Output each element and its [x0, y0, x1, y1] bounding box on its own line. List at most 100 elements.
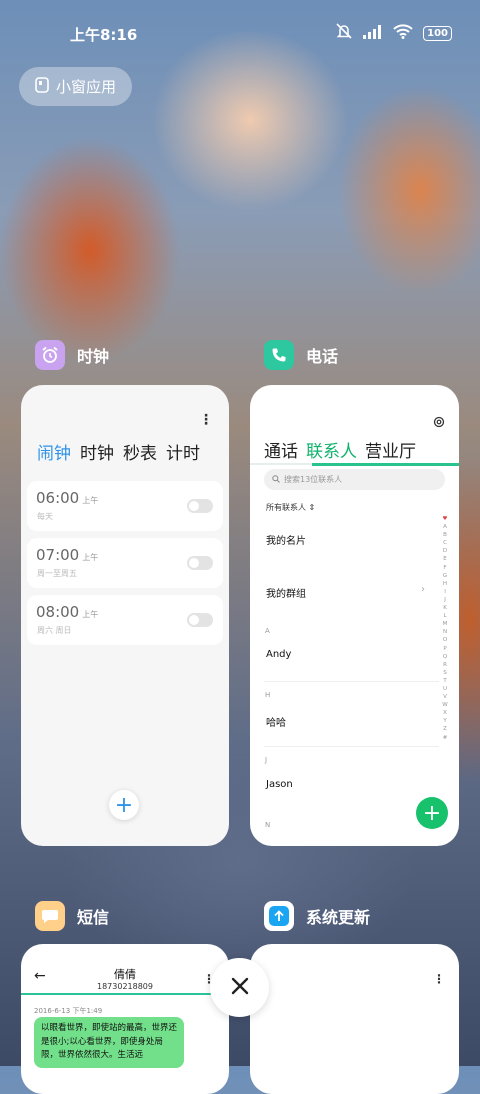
alarm-time: 08:00 — [36, 603, 80, 621]
message-bubble-icon — [35, 901, 65, 931]
update-app-card[interactable]: ⋮ — [250, 944, 459, 1094]
more-icon[interactable]: ⋮ — [433, 972, 445, 986]
more-icon[interactable]: ⋮ — [199, 412, 213, 428]
index-letter[interactable]: W — [442, 701, 447, 709]
section-header: J — [265, 756, 268, 764]
index-letter[interactable]: C — [443, 539, 447, 547]
add-contact-button[interactable]: + — [416, 797, 448, 829]
clear-all-button[interactable] — [210, 958, 269, 1017]
index-letter[interactable]: F — [443, 564, 446, 572]
all-contacts-filter[interactable]: 所有联系人 ⇕ — [266, 502, 315, 513]
clock-app-header[interactable]: 时钟 — [35, 340, 109, 370]
sms-app-header[interactable]: 短信 — [35, 901, 109, 931]
wifi-icon — [393, 23, 413, 43]
alarm-item[interactable]: 06:00 上午 每天 — [27, 481, 223, 531]
section-header: H — [265, 691, 271, 699]
index-letter[interactable]: L — [443, 612, 446, 620]
tab-timer[interactable]: 计时 — [166, 439, 200, 464]
tab-clock[interactable]: 时钟 — [80, 439, 114, 464]
conversation-contact-name: 倩倩 — [114, 968, 136, 981]
phone-app-name: 电话 — [306, 347, 339, 366]
index-letter[interactable]: Q — [443, 653, 447, 661]
tab-contacts[interactable]: 联系人 — [306, 437, 357, 462]
index-letter[interactable]: S — [443, 669, 447, 677]
conversation-contact-number: 18730218809 — [97, 982, 153, 991]
battery-indicator: 100 — [423, 25, 452, 41]
message-bubble: 以眼看世界，即使站的最高，世界还是很小;以心看世界，即使身处局限，世界依然很大。… — [34, 1017, 184, 1068]
index-letter[interactable]: Z — [443, 725, 447, 733]
section-header: N — [265, 821, 271, 829]
alarm-toggle[interactable] — [187, 613, 213, 627]
small-window-apps-button[interactable]: 小窗应用 — [19, 67, 132, 106]
index-letter[interactable]: Y — [443, 717, 446, 725]
update-app-header[interactable]: 系统更新 — [264, 901, 370, 931]
alphabet-index-bar[interactable]: ♥ A B C D E F G H I J K L M N O P Q R S T U V W X Y Z # — [440, 515, 450, 742]
index-letter[interactable]: E — [443, 555, 446, 563]
my-card-item[interactable]: 我的名片 — [266, 532, 306, 547]
all-contacts-label: 所有联系人 — [266, 503, 306, 512]
settings-icon[interactable] — [433, 413, 445, 432]
index-letter[interactable]: D — [443, 547, 447, 555]
index-letter[interactable]: ♥ — [443, 515, 448, 523]
alarm-time: 06:00 — [36, 489, 80, 507]
add-alarm-button[interactable]: + — [109, 790, 139, 820]
system-update-icon — [264, 901, 294, 931]
phone-tabs: 通话 联系人 营业厅 — [264, 437, 416, 462]
alarm-item[interactable]: 07:00 上午 周一至周五 — [27, 538, 223, 588]
header-divider — [21, 993, 211, 995]
phone-icon — [264, 340, 294, 370]
index-letter[interactable]: I — [444, 588, 446, 596]
alarm-repeat: 每天 — [37, 512, 53, 521]
alarm-toggle[interactable] — [187, 499, 213, 513]
contact-item[interactable]: Andy — [266, 649, 291, 660]
search-icon — [272, 474, 280, 485]
tab-alarm[interactable]: 闹钟 — [37, 439, 71, 464]
alarm-ampm: 上午 — [82, 610, 99, 619]
tab-indicator — [312, 463, 459, 466]
small-window-label: 小窗应用 — [56, 78, 117, 96]
alarm-ampm: 上午 — [82, 553, 99, 562]
sms-app-name: 短信 — [77, 908, 110, 927]
index-letter[interactable]: V — [443, 693, 447, 701]
contact-item[interactable]: 哈哈 — [266, 714, 286, 729]
index-letter[interactable]: K — [443, 604, 447, 612]
index-letter[interactable]: O — [443, 636, 447, 644]
my-groups-item[interactable]: 我的群组 — [266, 585, 306, 600]
message-timestamp: 2016-6-13 下午1:49 — [34, 1007, 103, 1015]
index-letter[interactable]: G — [443, 572, 447, 580]
index-letter[interactable]: X — [443, 709, 447, 717]
index-letter[interactable]: A — [443, 523, 447, 531]
index-letter[interactable]: P — [443, 645, 446, 653]
index-letter[interactable]: J — [444, 596, 446, 604]
section-header: A — [265, 627, 270, 635]
alarm-item[interactable]: 08:00 上午 周六 周日 — [27, 595, 223, 645]
index-letter[interactable]: N — [443, 628, 447, 636]
phone-app-card[interactable]: 通话 联系人 营业厅 搜索13位联系人 所有联系人 ⇕ 我的名片 我的群组 › … — [250, 385, 459, 846]
clock-app-name: 时钟 — [77, 347, 110, 366]
tab-calls[interactable]: 通话 — [264, 437, 298, 462]
alarm-repeat: 周六 周日 — [37, 626, 72, 635]
status-bar: 上午8:16 100 — [0, 0, 480, 66]
index-letter[interactable]: B — [443, 531, 447, 539]
contact-item[interactable]: Jason — [266, 779, 293, 790]
sms-app-card[interactable]: ← 倩倩 18730218809 ⋮ 2016-6-13 下午1:49 以眼看世… — [21, 944, 229, 1094]
tab-stopwatch[interactable]: 秒表 — [123, 439, 157, 464]
index-letter[interactable]: M — [443, 620, 448, 628]
index-letter[interactable]: H — [443, 580, 447, 588]
tab-service-hall[interactable]: 营业厅 — [365, 437, 416, 462]
alarm-clock-icon — [35, 340, 65, 370]
clock-app-card[interactable]: ⋮ 闹钟 时钟 秒表 计时 06:00 上午 每天 07:00 上午 周一至周五 0… — [21, 385, 229, 846]
sort-icon: ⇕ — [308, 503, 316, 512]
index-letter[interactable]: T — [443, 677, 446, 685]
status-icons: 100 — [335, 23, 452, 43]
small-window-icon — [35, 76, 49, 97]
index-letter[interactable]: # — [443, 734, 448, 742]
status-time: 上午8:16 — [70, 26, 138, 44]
phone-app-header[interactable]: 电话 — [264, 340, 338, 370]
mute-vibrate-icon — [335, 23, 353, 43]
contact-search-input[interactable]: 搜索13位联系人 — [264, 469, 445, 490]
index-letter[interactable]: R — [443, 661, 447, 669]
alarm-toggle[interactable] — [187, 556, 213, 570]
signal-icon — [363, 24, 383, 43]
index-letter[interactable]: U — [443, 685, 447, 693]
